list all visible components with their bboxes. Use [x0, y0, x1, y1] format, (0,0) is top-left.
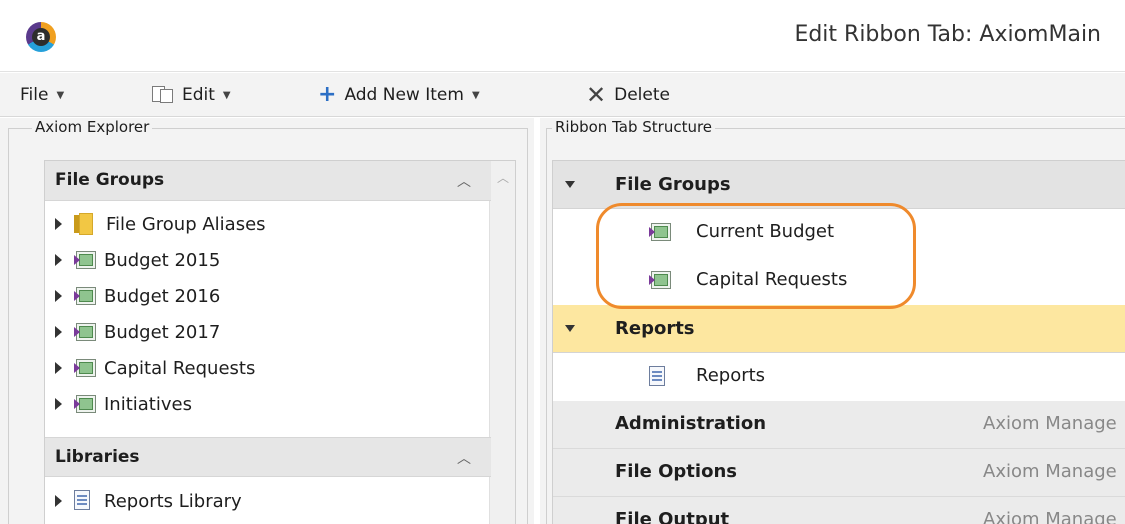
- folder-icon: [74, 213, 96, 235]
- chevron-down-icon: ▼: [471, 89, 480, 101]
- collapse-arrow-icon[interactable]: [565, 181, 575, 188]
- add-new-item-label: Add New Item: [344, 85, 464, 105]
- structure-row-description: Axiom Manage: [983, 461, 1117, 482]
- edit-menu-button[interactable]: Edit ▼: [152, 82, 231, 108]
- structure-row-administration[interactable]: Administration Axiom Manage: [553, 401, 1125, 449]
- delete-button[interactable]: ✕ Delete: [586, 82, 670, 108]
- tree-item-label: Reports Library: [104, 490, 242, 512]
- tree-item-capital-requests[interactable]: Capital Requests: [45, 352, 515, 384]
- collapse-icon[interactable]: ︿: [457, 448, 471, 468]
- edit-icon: [152, 86, 174, 104]
- file-group-icon: [649, 222, 679, 242]
- structure-row-label: File Options: [615, 461, 737, 482]
- libraries-section-title: Libraries: [55, 447, 140, 467]
- explorer-panel: ︿ File Groups ︿ File Group Aliases Budge…: [44, 160, 516, 524]
- expand-arrow-icon[interactable]: [55, 290, 62, 302]
- app-logo-icon: a: [26, 22, 56, 52]
- collapse-arrow-icon[interactable]: [565, 325, 575, 332]
- ribbon-tab-structure-area: Ribbon Tab Structure File Groups Current…: [540, 118, 1125, 524]
- tree-item-label: Budget 2016: [104, 285, 221, 307]
- file-group-icon: [74, 394, 96, 414]
- structure-item-current-budget[interactable]: Current Budget: [553, 209, 1125, 257]
- chevron-down-icon: ▼: [222, 89, 231, 101]
- report-icon: [649, 366, 679, 388]
- structure-row-description: Axiom Manage: [983, 413, 1117, 434]
- libraries-section-header[interactable]: Libraries ︿: [45, 437, 491, 477]
- tree-item-initiatives[interactable]: Initiatives: [45, 388, 515, 420]
- tree-item-label: Capital Requests: [104, 357, 256, 379]
- tree-item-budget-2016[interactable]: Budget 2016: [45, 280, 515, 312]
- report-icon: [74, 490, 92, 512]
- structure-item-reports[interactable]: Reports: [553, 353, 1125, 401]
- file-group-icon: [74, 358, 96, 378]
- title-bar: a Edit Ribbon Tab: AxiomMain: [0, 0, 1125, 72]
- axiom-explorer-area: Axiom Explorer ︿ File Groups ︿ File Grou…: [0, 118, 534, 524]
- structure-item-label: Reports: [696, 365, 766, 386]
- structure-group-label: File Groups: [615, 174, 731, 195]
- ribbon-tab-structure-title: Ribbon Tab Structure: [552, 118, 716, 136]
- expand-arrow-icon[interactable]: [55, 326, 62, 338]
- tree-item-label: File Group Aliases: [106, 213, 266, 235]
- structure-item-capital-requests[interactable]: Capital Requests: [553, 257, 1125, 305]
- structure-group-label: Reports: [615, 318, 695, 339]
- delete-label: Delete: [614, 85, 670, 105]
- file-menu-label: File: [20, 85, 49, 105]
- tree-item-label: Initiatives: [104, 393, 192, 415]
- structure-item-label: Capital Requests: [696, 269, 848, 290]
- tree-item-label: Budget 2017: [104, 321, 221, 343]
- collapse-icon[interactable]: ︿: [457, 171, 471, 191]
- app-logo-letter: a: [32, 28, 50, 46]
- expand-arrow-icon[interactable]: [55, 495, 62, 507]
- toolbar: File ▼ Edit ▼ + Add New Item ▼ ✕ Delete: [0, 73, 1125, 117]
- structure-row-file-options[interactable]: File Options Axiom Manage: [553, 449, 1125, 497]
- structure-row-label: File Output: [615, 509, 730, 524]
- window-title: Edit Ribbon Tab: AxiomMain: [794, 22, 1101, 47]
- tree-item-budget-2015[interactable]: Budget 2015: [45, 244, 515, 276]
- scroll-up-icon[interactable]: ︿: [497, 169, 509, 186]
- file-groups-section-header[interactable]: File Groups ︿: [45, 161, 491, 201]
- structure-group-file-groups[interactable]: File Groups: [553, 161, 1125, 209]
- file-group-icon: [649, 270, 679, 290]
- file-menu-button[interactable]: File ▼: [20, 82, 64, 108]
- tree-item-budget-2017[interactable]: Budget 2017: [45, 316, 515, 348]
- close-icon: ✕: [586, 81, 607, 109]
- structure-row-description: Axiom Manage: [983, 509, 1117, 524]
- tree-item-file-group-aliases[interactable]: File Group Aliases: [45, 208, 515, 240]
- file-group-icon: [74, 250, 96, 270]
- chevron-down-icon: ▼: [56, 89, 65, 101]
- expand-arrow-icon[interactable]: [55, 254, 62, 266]
- edit-menu-label: Edit: [182, 85, 215, 105]
- expand-arrow-icon[interactable]: [55, 218, 62, 230]
- file-groups-section-title: File Groups: [55, 170, 165, 190]
- structure-panel: File Groups Current Budget Capital Reque…: [552, 160, 1125, 524]
- tree-item-label: Budget 2015: [104, 249, 221, 271]
- plus-icon: +: [318, 82, 337, 107]
- structure-item-label: Current Budget: [696, 221, 835, 242]
- structure-group-reports[interactable]: Reports: [553, 305, 1125, 353]
- structure-row-label: Administration: [615, 413, 767, 434]
- structure-row-file-output[interactable]: File Output Axiom Manage: [553, 497, 1125, 524]
- expand-arrow-icon[interactable]: [55, 362, 62, 374]
- file-group-icon: [74, 286, 96, 306]
- expand-arrow-icon[interactable]: [55, 398, 62, 410]
- add-new-item-button[interactable]: + Add New Item ▼: [318, 82, 480, 108]
- axiom-explorer-title: Axiom Explorer: [32, 118, 153, 136]
- file-group-icon: [74, 322, 96, 342]
- tree-item-reports-library[interactable]: Reports Library: [45, 485, 515, 517]
